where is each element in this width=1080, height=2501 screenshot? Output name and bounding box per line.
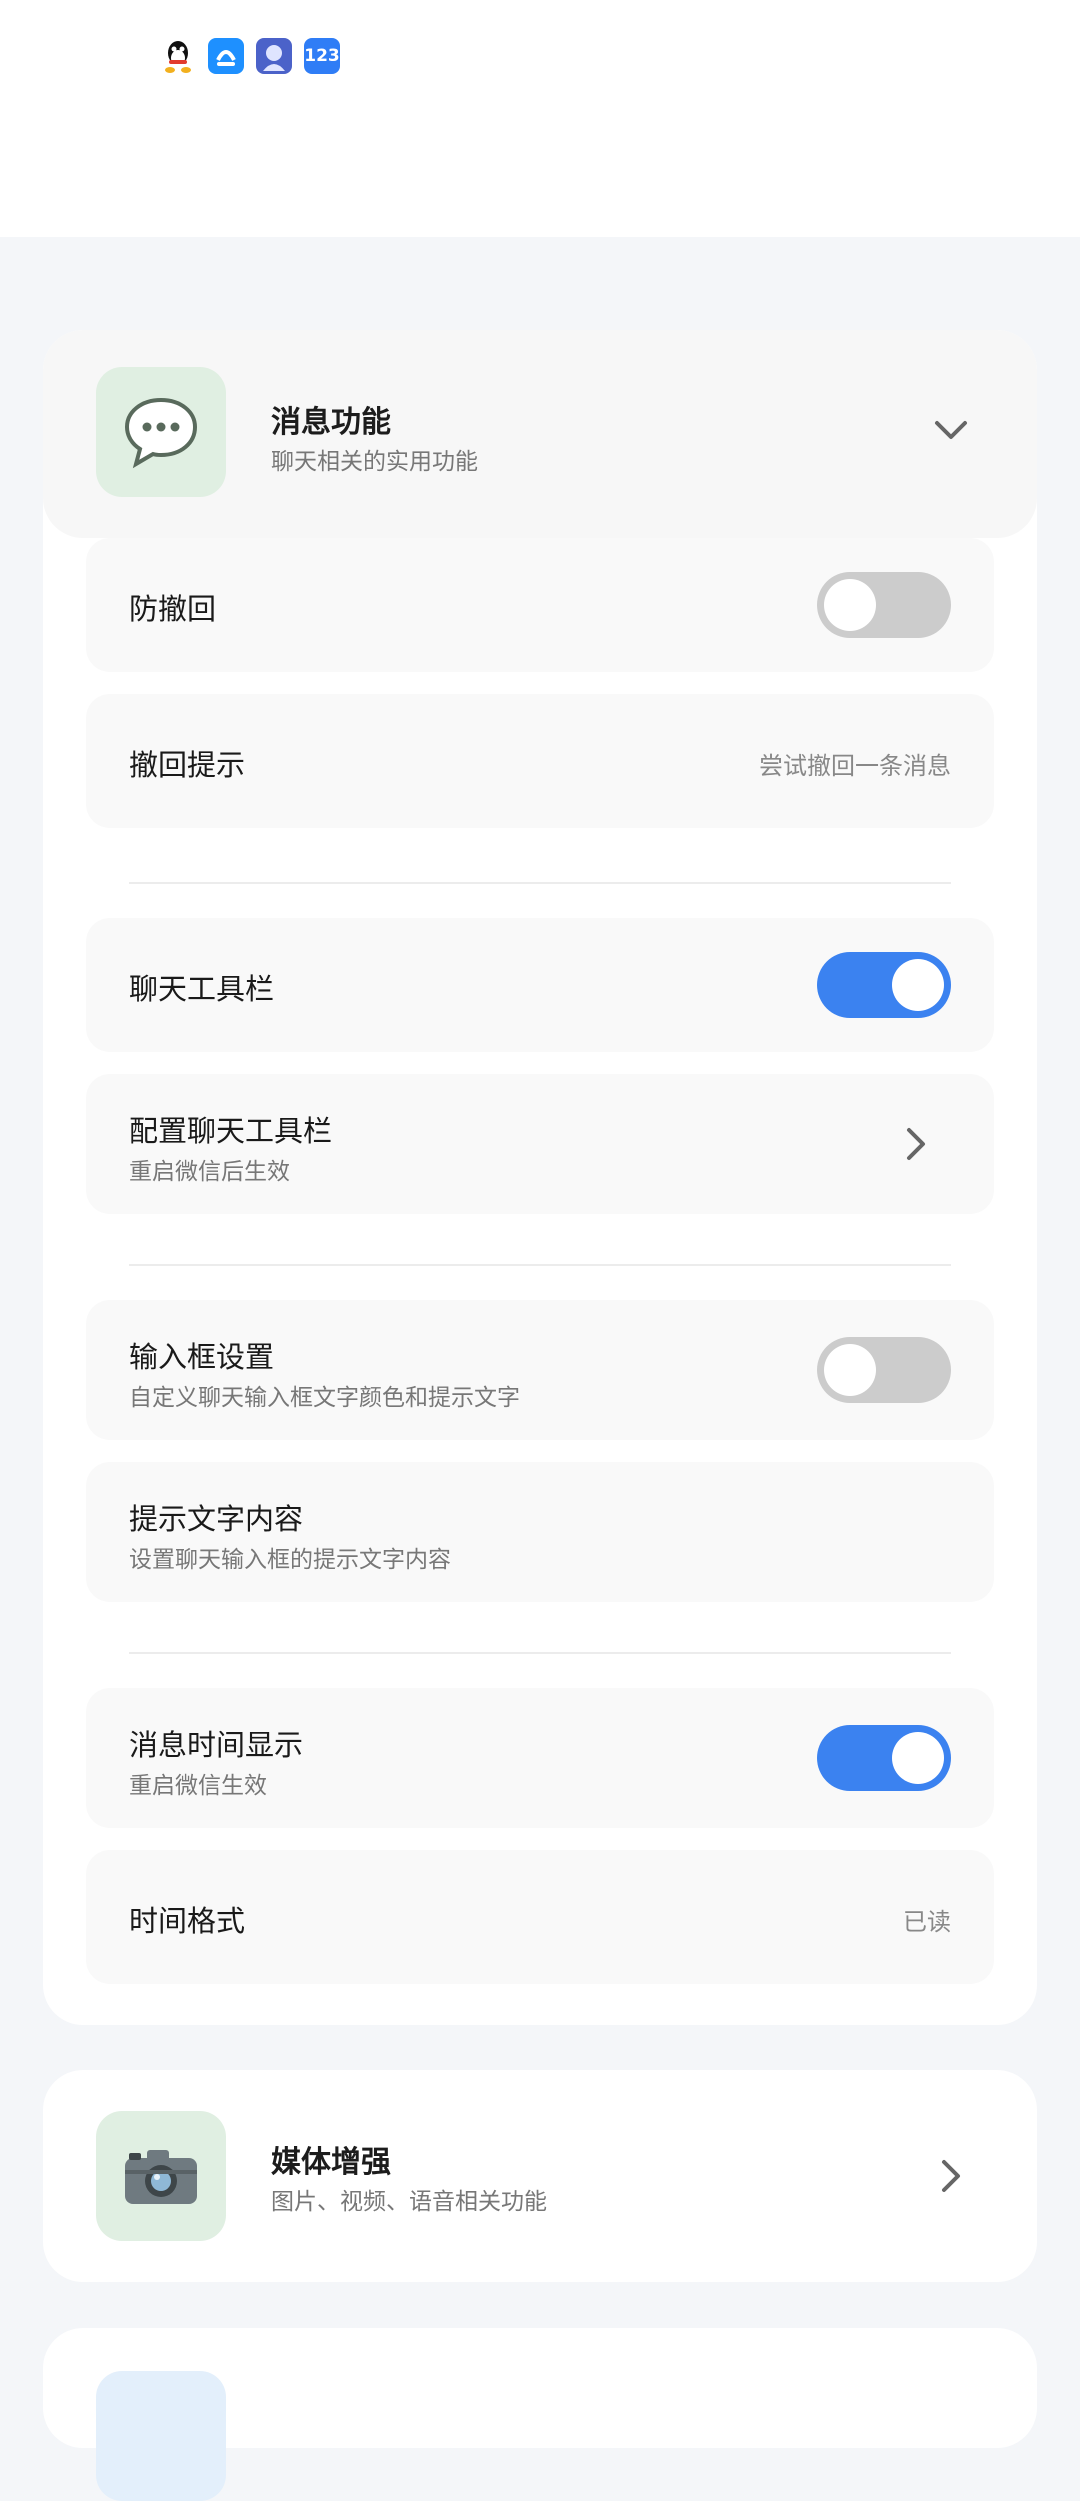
row-title: 配置聊天工具栏: [129, 1114, 333, 1148]
chevron-right-icon: [904, 1126, 928, 1166]
qq-icon: [160, 38, 196, 74]
hint-text-content-row[interactable]: 提示文字内容 设置聊天输入框的提示文字内容: [86, 1462, 994, 1602]
chat-toolbar-row[interactable]: 聊天工具栏: [86, 918, 994, 1052]
row-title: 时间格式: [129, 1904, 246, 1938]
message-feature-card: 消息功能 聊天相关的实用功能 防撤回 撤回提示 尝试撤回一条消息 聊天工具栏 配…: [43, 330, 1037, 2025]
media-enhancement-card[interactable]: 媒体增强 图片、视频、语音相关功能: [43, 2070, 1037, 2282]
message-time-display-row[interactable]: 消息时间显示 重启微信生效: [86, 1688, 994, 1828]
time-format-row[interactable]: 时间格式 已读: [86, 1850, 994, 1984]
next-section-card[interactable]: [43, 2328, 1037, 2501]
time-format-value: 已读: [903, 1908, 951, 1936]
speech-bubble-icon: [96, 367, 226, 497]
section-title: 媒体增强: [271, 2145, 391, 2180]
chevron-down-icon[interactable]: [933, 418, 969, 446]
toggle-knob: [824, 579, 876, 631]
input-box-settings-toggle[interactable]: [817, 1337, 951, 1403]
divider: [129, 882, 951, 884]
row-subtitle: 重启微信生效: [129, 1773, 267, 1799]
anti-recall-row[interactable]: 防撤回: [86, 538, 994, 672]
status-bar: 123: [0, 0, 1080, 237]
recall-hint-value: 尝试撤回一条消息: [759, 752, 951, 780]
recall-hint-row[interactable]: 撤回提示 尝试撤回一条消息: [86, 694, 994, 828]
row-title: 防撤回: [129, 592, 217, 626]
row-title: 输入框设置: [129, 1340, 275, 1374]
notification-icons: 123: [160, 38, 340, 74]
input-box-settings-row[interactable]: 输入框设置 自定义聊天输入框文字颜色和提示文字: [86, 1300, 994, 1440]
row-subtitle: 设置聊天输入框的提示文字内容: [129, 1547, 451, 1573]
toggle-knob: [892, 959, 944, 1011]
divider: [129, 1264, 951, 1266]
section-subtitle: 聊天相关的实用功能: [271, 449, 478, 475]
row-title: 撤回提示: [129, 748, 246, 782]
section-title: 消息功能: [271, 405, 391, 440]
chevron-right-icon: [939, 2158, 963, 2198]
row-subtitle: 自定义聊天输入框文字颜色和提示文字: [129, 1385, 520, 1411]
toggle-knob: [892, 1732, 944, 1784]
divider: [129, 1652, 951, 1654]
anti-recall-toggle[interactable]: [817, 572, 951, 638]
message-feature-header[interactable]: 消息功能 聊天相关的实用功能: [43, 330, 1037, 538]
camera-icon: [96, 2111, 226, 2241]
avatar-icon: [256, 38, 292, 74]
alipay-icon: [208, 38, 244, 74]
row-title: 提示文字内容: [129, 1502, 304, 1536]
section-icon: [96, 2371, 226, 2501]
row-title: 聊天工具栏: [129, 972, 275, 1006]
row-title: 消息时间显示: [129, 1728, 304, 1762]
chat-toolbar-toggle[interactable]: [817, 952, 951, 1018]
row-subtitle: 重启微信后生效: [129, 1159, 290, 1185]
section-subtitle: 图片、视频、语音相关功能: [271, 2189, 547, 2215]
toggle-knob: [824, 1344, 876, 1396]
123-icon: 123: [304, 38, 340, 74]
configure-toolbar-row[interactable]: 配置聊天工具栏 重启微信后生效: [86, 1074, 994, 1214]
message-time-display-toggle[interactable]: [817, 1725, 951, 1791]
